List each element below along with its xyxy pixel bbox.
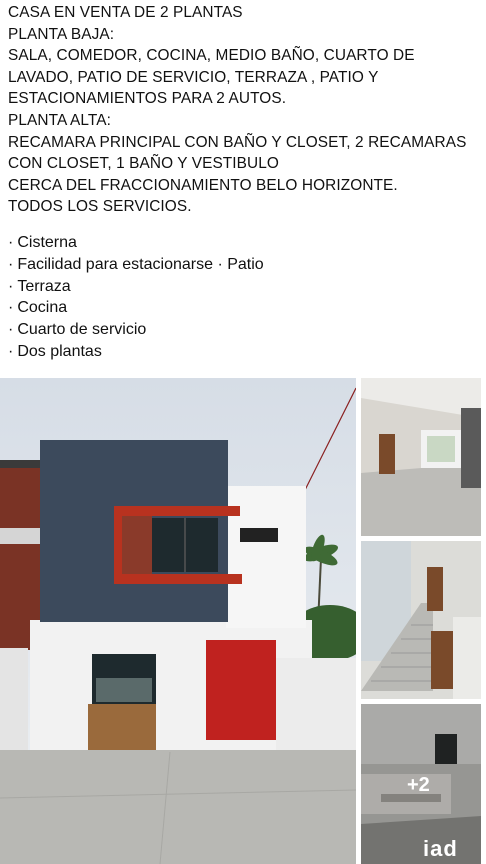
upper-floor-details: RECAMARA PRINCIPAL CON BAÑO Y CLOSET, 2 …: [8, 133, 467, 173]
feature-item: · Cisterna: [8, 233, 77, 251]
kitchen-photo-thumb[interactable]: +2 iad: [361, 704, 481, 864]
ground-floor-details: SALA, COMEDOR, COCINA, MEDIO BAÑO, CUART…: [8, 47, 415, 108]
location-line: CERCA DEL FRACCIONAMIENTO BELO HORIZONTE…: [8, 176, 398, 194]
main-house-photo[interactable]: [0, 378, 356, 864]
iad-logo: iad: [423, 836, 458, 861]
staircase-photo-thumb[interactable]: [361, 541, 481, 699]
feature-list: · Cisterna · Facilidad para estacionarse ·…: [0, 232, 486, 363]
title-line: CASA EN VENTA DE 2 PLANTAS: [8, 4, 243, 21]
photo-gallery: +2 iad: [0, 378, 486, 864]
services-line: TODOS LOS SERVICIOS.: [8, 198, 192, 216]
feature-item: · Cocina: [8, 299, 68, 317]
feature-item: · Cuarto de servicio: [8, 321, 147, 339]
ground-floor-heading: PLANTA BAJA:: [8, 25, 115, 43]
feature-item: · Facilidad para estacionarse · Patio: [8, 255, 264, 273]
feature-item: · Dos plantas: [8, 342, 102, 360]
interior-photo-thumb[interactable]: [361, 378, 481, 536]
more-photos-overlay[interactable]: +2 iad: [361, 704, 481, 864]
upper-floor-heading: PLANTA ALTA:: [8, 111, 111, 129]
post-description: CASA EN VENTA DE 2 PLANTAS PLANTA BAJA: …: [0, 0, 486, 376]
feature-item: · Terraza: [8, 277, 71, 295]
description-text: CASA EN VENTA DE 2 PLANTAS PLANTA BAJA: …: [0, 0, 486, 218]
more-photos-count: +2: [407, 774, 430, 796]
